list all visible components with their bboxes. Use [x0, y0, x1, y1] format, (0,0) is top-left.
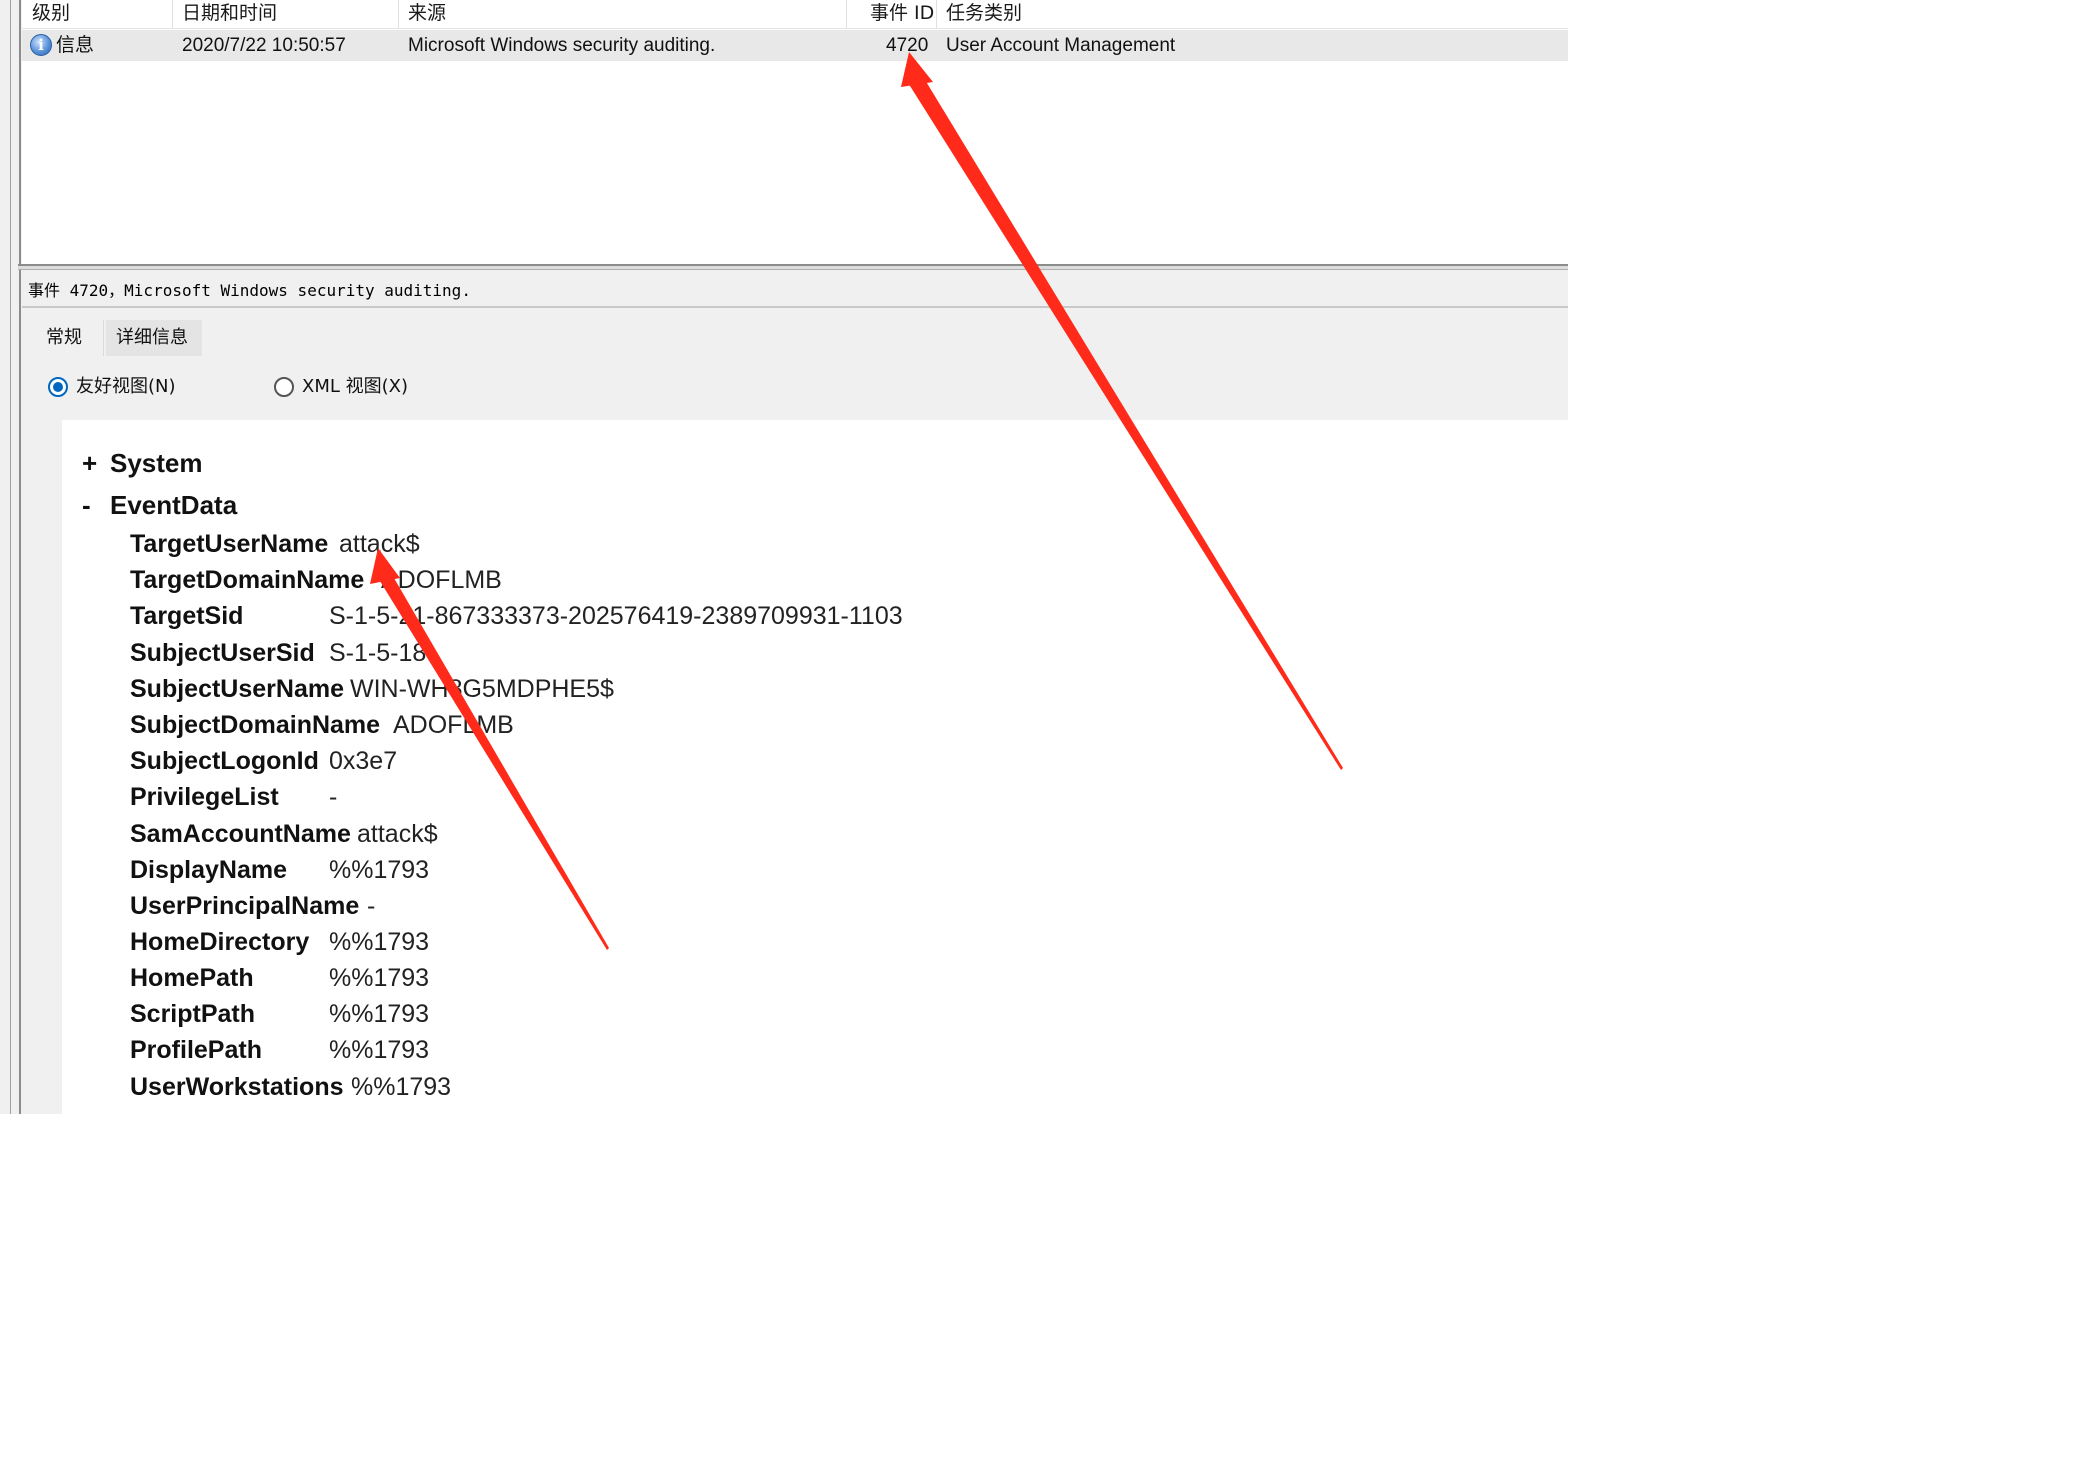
field-value: ADOFLMB: [393, 711, 514, 739]
column-task-category[interactable]: 任务类别: [946, 0, 1022, 28]
field-name: SubjectUserSid: [130, 639, 315, 667]
tab-general[interactable]: 常规: [36, 320, 104, 356]
field-name: UserWorkstations: [130, 1073, 344, 1101]
field-name: TargetUserName: [130, 530, 329, 558]
window-left-border: [0, 0, 22, 1114]
column-level[interactable]: 级别: [32, 0, 70, 28]
detail-title: 事件 4720，Microsoft Windows security audit…: [22, 270, 1568, 308]
eventdata-label: EventData: [110, 490, 238, 520]
field-name: SubjectLogonId: [130, 747, 319, 775]
field-value: %%1793: [329, 856, 430, 884]
field-value: S-1-5-18: [329, 639, 427, 667]
event-detail-panel: 事件 4720，Microsoft Windows security audit…: [22, 270, 1568, 1114]
xml-view-label: XML 视图(X): [302, 376, 408, 397]
field-value: S-1-5-21-867333373-202576419-2389709931-…: [329, 602, 903, 630]
field-value: 0x3e7: [329, 747, 398, 775]
field-value: -: [367, 892, 376, 920]
field-name: TargetDomainName: [130, 566, 365, 594]
friendly-view-content: + System - EventData TargetUserName attack…: [62, 420, 1568, 1114]
column-separator[interactable]: [398, 0, 399, 28]
field-value: %%1793: [329, 964, 430, 992]
field-value: %%1793: [351, 1073, 452, 1101]
field-value: attack$: [339, 530, 420, 558]
field-name: TargetSid: [130, 602, 244, 630]
field-value: %%1793: [329, 1000, 430, 1028]
field-name: ScriptPath: [130, 1000, 256, 1028]
field-value: ADOFLMB: [381, 566, 502, 594]
border-line: [19, 0, 21, 1114]
event-level: 信息: [56, 34, 95, 56]
friendly-view-option[interactable]: 友好视图(N): [48, 374, 248, 400]
system-label: System: [110, 448, 203, 478]
field-name: SubjectDomainName: [130, 711, 381, 739]
radio-checked-icon[interactable]: [48, 377, 68, 397]
column-separator[interactable]: [846, 0, 847, 28]
field-name: HomeDirectory: [130, 928, 310, 956]
column-event-id[interactable]: 事件 ID: [870, 0, 934, 28]
column-separator[interactable]: [172, 0, 173, 28]
xml-view-option[interactable]: XML 视图(X): [274, 374, 474, 400]
tab-details[interactable]: 详细信息: [106, 320, 202, 356]
column-header: 级别 日期和时间 来源 事件 ID 任务类别: [22, 0, 1568, 29]
system-node[interactable]: + System: [82, 448, 203, 479]
event-list: 级别 日期和时间 来源 事件 ID 任务类别 i 信息 2020/7/22 10…: [22, 0, 1568, 264]
expand-icon[interactable]: +: [82, 448, 110, 479]
collapse-icon[interactable]: -: [82, 490, 110, 521]
event-row-selected[interactable]: i 信息 2020/7/22 10:50:57 Microsoft Window…: [22, 30, 1568, 61]
field-value: attack$: [357, 820, 438, 848]
field-name: UserPrincipalName: [130, 892, 360, 920]
field-name: HomePath: [130, 964, 254, 992]
border-line: [10, 0, 11, 1114]
column-source[interactable]: 来源: [408, 0, 446, 28]
event-source: Microsoft Windows security auditing.: [408, 35, 716, 56]
field-name: PrivilegeList: [130, 783, 279, 811]
field-value: %%1793: [329, 1036, 430, 1064]
column-separator[interactable]: [936, 0, 937, 28]
event-id: 4720: [886, 35, 929, 56]
field-name: SamAccountName: [130, 820, 351, 848]
field-value: -: [329, 783, 338, 811]
friendly-view-label: 友好视图(N): [76, 376, 176, 397]
event-task-category: User Account Management: [946, 35, 1176, 56]
event-datetime: 2020/7/22 10:50:57: [182, 35, 346, 56]
field-name: DisplayName: [130, 856, 288, 884]
info-icon: i: [30, 34, 52, 56]
field-value: WIN-WH8G5MDPHE5$: [350, 675, 614, 703]
field-name: SubjectUserName: [130, 675, 344, 703]
column-datetime[interactable]: 日期和时间: [182, 0, 277, 28]
field-value: %%1793: [329, 928, 430, 956]
eventdata-node[interactable]: - EventData: [82, 490, 237, 521]
radio-unchecked-icon[interactable]: [274, 377, 294, 397]
field-name: ProfilePath: [130, 1036, 262, 1064]
